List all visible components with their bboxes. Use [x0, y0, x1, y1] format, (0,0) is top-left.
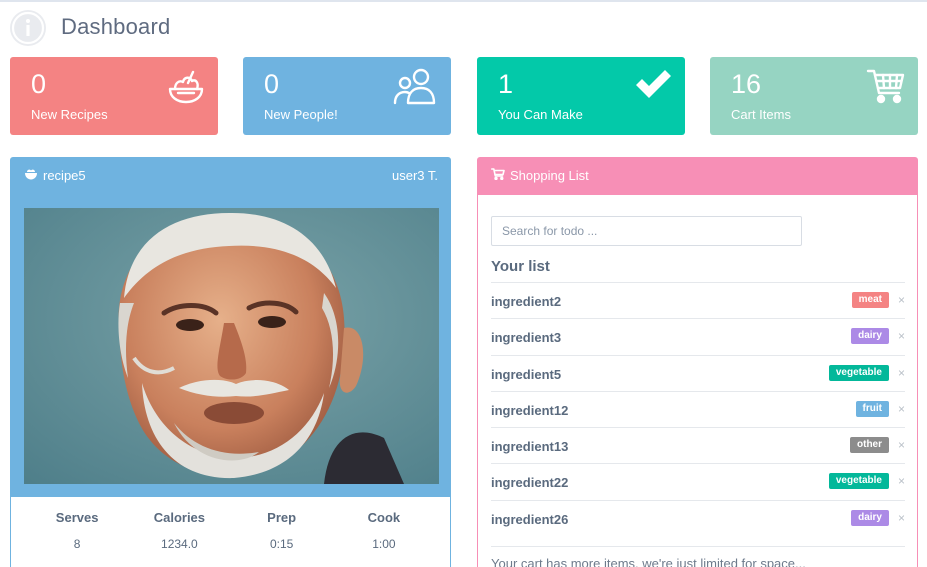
item-name: ingredient22: [491, 475, 569, 491]
remove-icon[interactable]: ×: [898, 474, 905, 488]
category-tag: dairy: [851, 509, 889, 526]
info-circle-icon[interactable]: [10, 10, 46, 46]
search-input[interactable]: Search for todo ...: [491, 216, 802, 246]
item-name: ingredient2: [491, 294, 562, 309]
stat-value: 0:15: [269, 537, 294, 551]
stat-value: 8: [73, 537, 81, 551]
remove-icon[interactable]: ×: [898, 402, 905, 416]
remove-icon[interactable]: ×: [898, 511, 905, 525]
list-item[interactable]: ingredient3 dairy ×: [491, 318, 905, 354]
item-name: ingredient26: [491, 511, 569, 527]
category-tag: meat: [851, 292, 889, 308]
stat-value: 0: [264, 69, 280, 99]
shopping-cart-icon: [491, 168, 505, 183]
category-tag: dairy: [851, 328, 889, 345]
recipe-image-frame: [11, 195, 450, 497]
shopping-list-title: Shopping List: [491, 168, 589, 183]
recipe-name: recipe5: [43, 168, 86, 183]
stat-value: 1234.0: [161, 537, 198, 551]
stat-card-cart-items[interactable]: 16 Cart Items: [710, 57, 918, 135]
list-heading: Your list: [491, 258, 550, 275]
remove-icon[interactable]: ×: [898, 293, 905, 307]
category-tag: vegetable: [828, 364, 889, 381]
list-item[interactable]: ingredient13 other ×: [491, 427, 905, 463]
stat-card-you-can-make[interactable]: 1 You Can Make: [477, 57, 685, 135]
remove-icon[interactable]: ×: [898, 329, 905, 343]
stat-label: You Can Make: [498, 107, 583, 122]
portrait-painting: [24, 208, 439, 484]
stat-serves: Serves 8: [26, 510, 128, 551]
list-item[interactable]: ingredient26 dairy ×: [491, 499, 905, 536]
cart-footnote: Your cart has more items, we're just lim…: [491, 546, 905, 567]
recipe-author[interactable]: user3 T.: [392, 168, 438, 183]
category-tag: vegetable: [828, 473, 889, 490]
stat-value: 0: [31, 69, 47, 99]
shopping-list: ingredient2 meat × ingredient3 dairy × i…: [491, 282, 905, 536]
item-name: ingredient3: [491, 330, 562, 346]
stat-value: 1: [498, 69, 514, 99]
recipe-stats: Serves 8 Calories 1234.0 Prep 0:15 Cook …: [11, 510, 450, 551]
recipe-panel: recipe5 user3 T. Serves 8 Calories 1234.…: [10, 157, 451, 567]
users-icon: [393, 67, 439, 112]
stat-label: Cart Items: [731, 107, 791, 122]
stat-card-new-recipes[interactable]: 0 New Recipes: [10, 57, 218, 135]
stat-value: 16: [731, 69, 762, 99]
stat-label: New People!: [264, 107, 338, 122]
shopping-list-title-text: Shopping List: [510, 168, 589, 183]
stat-heading: Cook: [367, 510, 401, 525]
category-tag: fruit: [855, 400, 889, 417]
checkmark-icon: [633, 67, 673, 108]
stat-cook: Cook 1:00: [333, 510, 435, 551]
page-header: Dashboard: [0, 2, 927, 54]
remove-icon[interactable]: ×: [898, 438, 905, 452]
list-item[interactable]: ingredient22 vegetable ×: [491, 463, 905, 499]
category-tag: other: [850, 437, 889, 454]
stat-prep: Prep 0:15: [231, 510, 333, 551]
list-item[interactable]: ingredient5 vegetable ×: [491, 354, 905, 391]
list-item[interactable]: ingredient2 meat ×: [491, 282, 905, 318]
item-name: ingredient5: [491, 366, 562, 382]
stat-heading: Calories: [153, 510, 206, 525]
shopping-list-panel: Shopping List Search for todo ... Your l…: [477, 157, 918, 567]
stat-label: New Recipes: [31, 107, 108, 122]
recipe-title[interactable]: recipe5: [24, 168, 86, 183]
stat-value: 1:00: [372, 537, 396, 551]
shopping-list-header: Shopping List: [478, 158, 917, 195]
stat-calories: Calories 1234.0: [128, 510, 230, 551]
item-name: ingredient12: [491, 402, 569, 418]
shopping-cart-icon: [866, 67, 906, 110]
remove-icon[interactable]: ×: [898, 366, 905, 380]
salad-bowl-icon: [166, 67, 206, 112]
bowl-icon: [24, 168, 38, 183]
list-item[interactable]: ingredient12 fruit ×: [491, 390, 905, 427]
recipe-panel-header: recipe5 user3 T.: [11, 158, 450, 195]
item-name: ingredient13: [491, 439, 569, 455]
stat-heading: Prep: [267, 510, 297, 525]
stat-heading: Serves: [55, 510, 99, 525]
stat-card-new-people[interactable]: 0 New People!: [243, 57, 451, 135]
page-title: Dashboard: [61, 14, 171, 39]
